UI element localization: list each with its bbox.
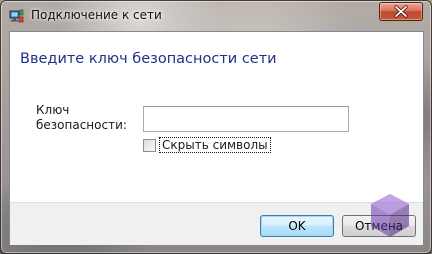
title-bar[interactable]: Подключение к сети — [1, 1, 431, 31]
dialog-window: Подключение к сети Введите ключ безопасн… — [0, 0, 432, 254]
button-bar: OK Отмена — [10, 202, 423, 245]
hide-characters-option[interactable]: Скрыть символы — [143, 137, 271, 153]
security-key-label: Ключ безопасности: — [36, 103, 127, 133]
security-key-input[interactable] — [143, 106, 349, 132]
ok-button[interactable]: OK — [260, 215, 334, 237]
cube-logo-icon — [367, 191, 413, 243]
close-icon — [380, 3, 422, 20]
security-key-label-line1: Ключ — [36, 103, 70, 117]
network-icon — [9, 8, 25, 24]
dialog-heading: Введите ключ безопасности сети — [20, 51, 277, 67]
close-button[interactable] — [379, 2, 423, 21]
dialog-content: Введите ключ безопасности сети Ключ безо… — [9, 31, 424, 245]
hide-characters-label[interactable]: Скрыть символы — [159, 137, 271, 153]
window-title: Подключение к сети — [31, 8, 162, 22]
hide-characters-checkbox[interactable] — [143, 138, 156, 152]
security-key-label-line2: безопасности: — [36, 118, 127, 132]
